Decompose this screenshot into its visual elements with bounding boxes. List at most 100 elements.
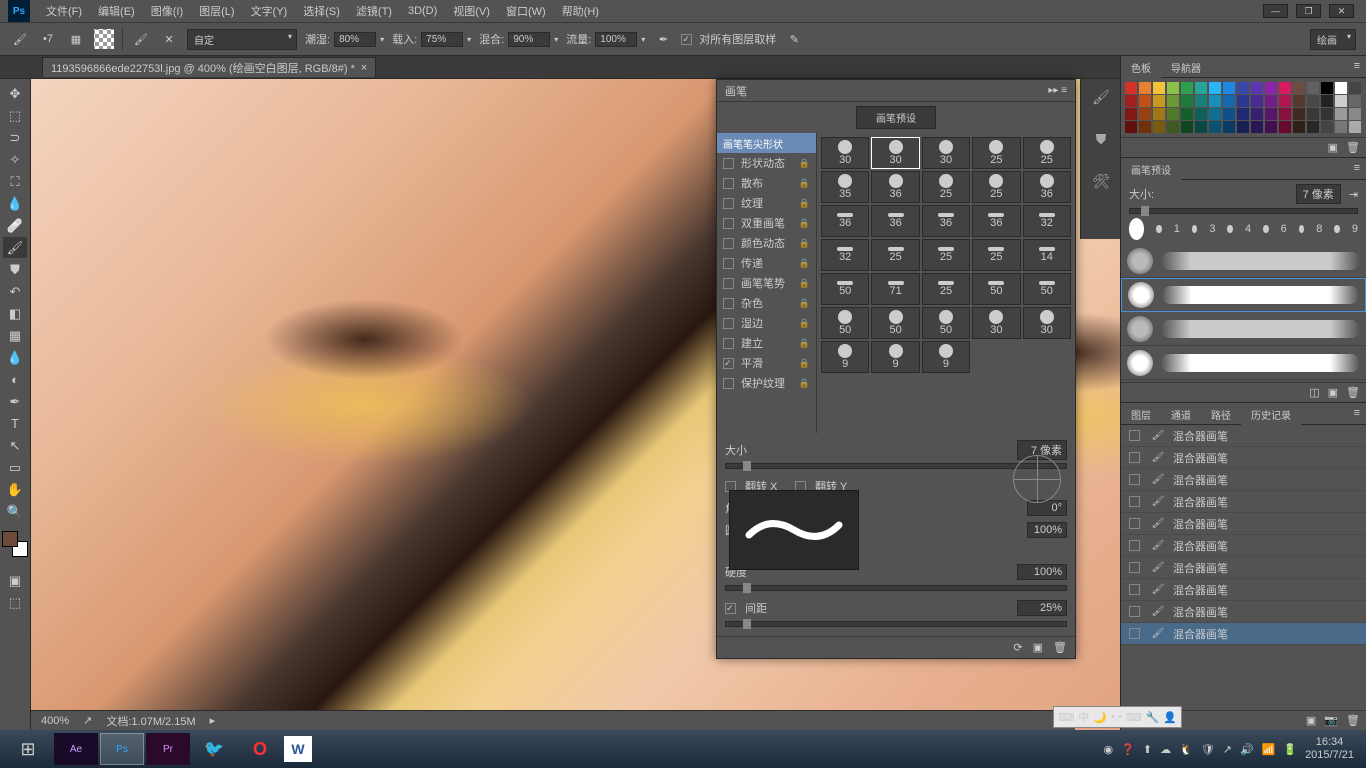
toggle-icon[interactable]: ⟳	[1013, 641, 1022, 654]
taskbar-word[interactable]: W	[284, 736, 312, 762]
brush-tip[interactable]: 25	[972, 239, 1020, 271]
start-button[interactable]: ⊞	[4, 733, 52, 765]
tray-icon[interactable]: 🐧	[1179, 743, 1193, 756]
spacing-value[interactable]: 25%	[1017, 600, 1067, 616]
swatch[interactable]	[1181, 95, 1193, 107]
menu-help[interactable]: 帮助(H)	[554, 0, 607, 22]
maximize-button[interactable]: ❐	[1296, 4, 1321, 18]
path-tool[interactable]: ↖	[3, 435, 27, 456]
gradient-tool[interactable]: ▦	[3, 325, 27, 346]
panel-menu-icon[interactable]: ≡	[1348, 56, 1366, 77]
layers-tab[interactable]: 图层	[1121, 403, 1161, 424]
close-tab-icon[interactable]: ×	[361, 62, 367, 74]
brush-tip[interactable]: 71	[871, 273, 919, 305]
swatch[interactable]	[1153, 95, 1165, 107]
brush-option[interactable]: 建立🔒	[717, 333, 816, 353]
snap-icon[interactable]: ⇥	[1349, 188, 1358, 201]
taskbar-ps[interactable]: Ps	[100, 733, 144, 765]
pen-tool[interactable]: ✒	[3, 391, 27, 412]
close-button[interactable]: ✕	[1329, 4, 1354, 18]
ime-moon-icon[interactable]: 🌙	[1093, 711, 1107, 724]
airbrush-icon[interactable]: ✒	[653, 29, 673, 49]
swatch[interactable]	[1195, 82, 1207, 94]
ime-softkb-icon[interactable]: ⌨	[1126, 711, 1142, 724]
swatch[interactable]	[1321, 82, 1333, 94]
swatch[interactable]	[1195, 121, 1207, 133]
tray-icon[interactable]: ↗	[1223, 743, 1232, 756]
panel-menu-icon[interactable]: ≡	[1348, 403, 1366, 424]
swatch[interactable]	[1125, 82, 1137, 94]
taskbar-ae[interactable]: Ae	[54, 733, 98, 765]
ime-lang[interactable]: 中	[1078, 709, 1089, 725]
history-item[interactable]: 🖌混合器画笔	[1121, 425, 1366, 447]
panel-flyout-icon[interactable]: ▸▸ ≡	[1048, 85, 1067, 96]
quickmask-tool[interactable]: ▣	[3, 570, 27, 591]
swatch[interactable]	[1349, 108, 1361, 120]
channels-tab[interactable]: 通道	[1161, 403, 1201, 424]
brush-option[interactable]: 湿边🔒	[717, 313, 816, 333]
swatch[interactable]	[1167, 95, 1179, 107]
swatch[interactable]	[1153, 82, 1165, 94]
preset-item[interactable]	[1121, 346, 1366, 380]
load-brush-icon[interactable]: 🖌	[131, 29, 151, 49]
preset-dot[interactable]	[1156, 225, 1162, 233]
swatch[interactable]	[1307, 108, 1319, 120]
tray-icon[interactable]: 🛡	[1201, 743, 1215, 756]
menu-edit[interactable]: 编辑(E)	[90, 0, 143, 22]
swatch[interactable]	[1125, 95, 1137, 107]
tray-volume-icon[interactable]: 🔊	[1240, 743, 1254, 756]
menu-filter[interactable]: 滤镜(T)	[348, 0, 400, 22]
dock-tools-icon[interactable]: 🛠	[1089, 169, 1113, 193]
brush-tip[interactable]: 25	[922, 171, 970, 203]
document-tab[interactable]: 1193596866ede22753l.jpg @ 400% (绘画空白图层, …	[42, 57, 376, 77]
swatch[interactable]	[1279, 121, 1291, 133]
swatch[interactable]	[1335, 121, 1347, 133]
brush-option[interactable]: 纹理🔒	[717, 193, 816, 213]
brush-tip[interactable]: 36	[821, 205, 869, 237]
brush-tip-shape[interactable]: 画笔笔尖形状	[717, 133, 816, 153]
view-icon[interactable]: ◫	[1309, 386, 1319, 399]
history-item[interactable]: 🖌混合器画笔	[1121, 535, 1366, 557]
ime-toolbar[interactable]: ⌨ 中 🌙 •,• ⌨ 🔧 👤	[1053, 706, 1182, 728]
brush-tip[interactable]: 14	[1023, 239, 1071, 271]
brush-presets-tab[interactable]: 画笔预设	[1121, 158, 1181, 180]
brush-tip[interactable]: 50	[972, 273, 1020, 305]
sample-all-checkbox[interactable]	[681, 34, 692, 45]
hardness-slider[interactable]	[725, 585, 1067, 591]
new-preset-icon[interactable]: ▣	[1328, 386, 1338, 399]
brush-tip[interactable]: 25	[871, 239, 919, 271]
brush-tip[interactable]: 9	[821, 341, 869, 373]
taskbar-thunder[interactable]: 🐦	[192, 733, 236, 765]
dock-brush-icon[interactable]: 🖌	[1089, 85, 1113, 109]
checker-icon[interactable]	[94, 29, 114, 49]
delete-history-icon[interactable]: 🗑	[1346, 714, 1360, 727]
menu-image[interactable]: 图像(I)	[143, 0, 191, 22]
swatch[interactable]	[1181, 108, 1193, 120]
brush-option[interactable]: 画笔笔势🔒	[717, 273, 816, 293]
brush-tip[interactable]: 36	[972, 205, 1020, 237]
menu-file[interactable]: 文件(F)	[38, 0, 90, 22]
brush-option[interactable]: 双重画笔🔒	[717, 213, 816, 233]
swatch[interactable]	[1335, 95, 1347, 107]
swatch[interactable]	[1265, 121, 1277, 133]
ime-settings-icon[interactable]: 🔧	[1146, 711, 1160, 724]
delete-icon[interactable]: 🗑	[1053, 641, 1067, 654]
tray-icon[interactable]: ❓	[1121, 743, 1135, 756]
history-item[interactable]: 🖌混合器画笔	[1121, 623, 1366, 645]
swatch[interactable]	[1167, 108, 1179, 120]
history-brush-tool[interactable]: ↶	[3, 281, 27, 302]
swatch[interactable]	[1321, 95, 1333, 107]
doc-info[interactable]: 文档:1.07M/2.15M	[106, 713, 195, 729]
dodge-tool[interactable]: ◐	[3, 369, 27, 390]
brush-option[interactable]: 散布🔒	[717, 173, 816, 193]
spacing-checkbox[interactable]	[725, 603, 736, 614]
color-swatches[interactable]	[2, 531, 28, 557]
preset-dot[interactable]	[1334, 225, 1340, 233]
load-input[interactable]: 75%	[421, 32, 463, 47]
swatch[interactable]	[1237, 108, 1249, 120]
tray-icon[interactable]: ⬆	[1143, 743, 1152, 756]
menu-3d[interactable]: 3D(D)	[400, 2, 445, 20]
swatch[interactable]	[1279, 95, 1291, 107]
brush-tip[interactable]: 36	[922, 205, 970, 237]
taskbar-opera[interactable]: O	[238, 733, 282, 765]
